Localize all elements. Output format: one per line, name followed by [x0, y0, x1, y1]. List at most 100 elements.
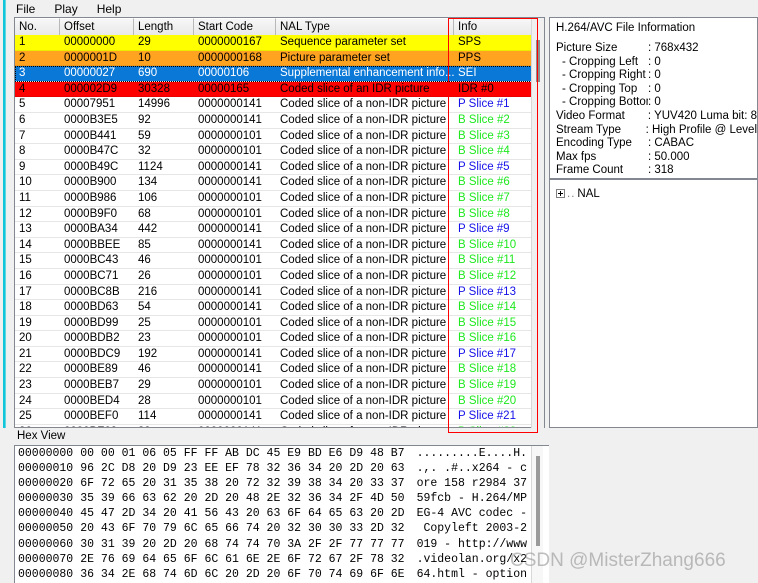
cell-nal-start-code: 0000000101 — [198, 332, 262, 345]
column-header-naltype[interactable]: NAL Type — [276, 18, 454, 35]
cell-nal-no: 18 — [19, 301, 32, 314]
cell-nal-offset: 0000B9F0 — [64, 207, 118, 220]
table-row[interactable]: 2 0000001D 10 0000000168 Picture parameter s… — [15, 50, 544, 67]
table-row[interactable]: 13 0000BA34 442 0000000141 Coded slice of a … — [15, 222, 544, 238]
cell-nal-no: 5 — [19, 98, 26, 111]
cell-nal-start-code: 0000000167 — [198, 36, 262, 48]
table-row[interactable]: 260000BF62390000000141Coded slice of a n… — [15, 424, 544, 427]
table-row[interactable]: 18 0000BD63 54 0000000141 Coded slice of a n… — [15, 300, 544, 316]
cell-nal-length: 216 — [138, 285, 158, 298]
menu-item-help[interactable]: Help — [95, 1, 131, 17]
table-row[interactable]: 15 0000BC43 46 0000000101 Coded slice of a n… — [15, 253, 544, 269]
cell-nal-no: 17 — [19, 285, 32, 298]
cell-nal-type: Coded slice of a non-IDR picture — [280, 347, 447, 360]
cell-nal-start-code: 0000000101 — [198, 129, 262, 142]
cell-nal-offset: 0000BC43 — [64, 254, 119, 267]
hex-ascii: .videolan.org/x2 — [416, 552, 527, 566]
nal-table-scrollbar-thumb[interactable] — [536, 40, 540, 82]
table-row[interactable]: 5 00007951 14996 0000000141 Coded slice of a… — [15, 97, 544, 113]
table-row[interactable]: 11 0000B986 106 0000000101 Coded slice of a … — [15, 190, 544, 207]
hex-line: 00000050 20 43 6F 70 79 6C 65 66 74 20 32… — [15, 521, 557, 536]
table-row[interactable]: 6 0000B3E5 92 0000000141 Coded slice of a no… — [15, 112, 544, 129]
table-row[interactable]: 24 0000BED4 28 0000000101 Coded slice of a n… — [15, 393, 544, 410]
tree-node-nal[interactable]: .. NAL — [556, 186, 757, 201]
cell-nal-no: 7 — [19, 129, 26, 142]
cell-nal-length: 134 — [138, 176, 158, 189]
table-row[interactable]: 23 0000BEB7 29 0000000101 Coded slice of a n… — [15, 378, 544, 394]
cell-nal-length: 28 — [138, 394, 151, 407]
table-row[interactable]: 21 0000BDC9 192 0000000141 Coded slice of a … — [15, 346, 544, 363]
cell-nal-type: Supplemental enhancement info... — [280, 67, 454, 80]
cell-nal-start-code: 0000000141 — [198, 285, 262, 298]
cell-nal-length: 1124 — [138, 160, 163, 173]
cell-nal-type: Coded slice of a non-IDR picture — [280, 223, 447, 236]
table-row[interactable]: 16 0000BC71 26 0000000101 Coded slice of a n… — [15, 268, 544, 285]
cell-nal-type: Sequence parameter set — [280, 36, 406, 48]
table-row[interactable]: 7 0000B441 59 0000000101 Coded slice of a no… — [15, 128, 544, 145]
nal-table-scrollbar[interactable] — [531, 18, 544, 428]
cell-nal-no: 8 — [19, 145, 26, 158]
cell-nal-offset: 00007951 — [64, 98, 116, 111]
cell-nal-length: 59 — [138, 129, 151, 142]
column-header-offset[interactable]: Offset — [60, 18, 134, 35]
cell-nal-start-code: 0000000141 — [198, 410, 262, 423]
plus-expander-icon[interactable] — [556, 189, 565, 198]
table-row[interactable]: 20 0000BDB2 23 0000000101 Coded slice of a n… — [15, 331, 544, 347]
file-info-key: - Cropping Left — [562, 55, 639, 68]
cell-nal-type: Coded slice of a non-IDR picture — [280, 301, 447, 314]
cell-nal-length: 29 — [138, 36, 151, 48]
hex-bytes: 96 2C D8 20 D9 23 EE EF 78 32 36 34 20 2… — [80, 462, 405, 476]
cell-nal-offset: 0000BD63 — [64, 301, 119, 314]
column-header-startcode[interactable]: Start Code — [194, 18, 276, 35]
table-row[interactable]: 17 0000BC8B 216 0000000141 Coded slice of a … — [15, 284, 544, 301]
nal-tree-panel[interactable]: .. NAL — [549, 179, 758, 428]
cell-nal-start-code: 0000000141 — [194, 425, 276, 427]
cell-nal-start-code: 00000165 — [198, 82, 250, 95]
cell-nal-offset: 0000BE89 — [64, 363, 118, 376]
table-row[interactable]: 14 0000BBEE 85 0000000141 Coded slice of a n… — [15, 237, 544, 254]
cell-nal-start-code: 0000000168 — [198, 51, 262, 64]
file-information-title: H.264/AVC File Information — [556, 22, 696, 34]
cell-nal-offset: 0000B986 — [64, 191, 117, 204]
table-row[interactable]: 8 0000B47C 32 0000000101 Coded slice of a no… — [15, 144, 544, 160]
hex-address: 00000000 — [18, 447, 74, 460]
cell-nal-start-code: 0000000141 — [198, 301, 262, 314]
table-row[interactable]: 25 0000BEF0 114 0000000141 Coded slice of a … — [15, 409, 544, 425]
file-info-key: - Cropping Top — [562, 82, 638, 95]
hex-view-scrollbar-thumb[interactable] — [536, 456, 540, 546]
cell-nal-length: 39 — [134, 425, 194, 427]
column-header-no[interactable]: No. — [15, 18, 60, 35]
table-row[interactable]: 4 000002D9 30328 00000165 Coded slice of an … — [15, 81, 544, 98]
table-row[interactable]: 9 0000B49C 1124 0000000141 Coded slice of a … — [15, 159, 544, 176]
cell-nal-length: 46 — [138, 363, 151, 376]
cell-nal-start-code: 0000000101 — [198, 145, 262, 158]
cell-nal-type: Coded slice of a non-IDR picture — [280, 379, 447, 392]
menu-item-play[interactable]: Play — [52, 1, 86, 17]
cell-nal-length: 690 — [138, 67, 158, 80]
cell-nal-start-code: 0000000101 — [198, 316, 262, 329]
hex-view-scrollbar[interactable] — [531, 446, 543, 583]
table-row[interactable]: 3 00000027 690 00000106 Supplemental enhance… — [15, 66, 544, 82]
file-info-value: : 318 — [648, 164, 674, 177]
h264-analyzer-window: File Play Help No. Offset Length Start Code NA… — [0, 0, 758, 583]
menu-item-file[interactable]: File — [14, 1, 44, 17]
cell-nal-type: Coded slice of a non-IDR picture — [280, 191, 447, 204]
table-row[interactable]: 19 0000BD99 25 0000000101 Coded slice of a n… — [15, 315, 544, 332]
table-row[interactable]: 22 0000BE89 46 0000000141 Coded slice of a n… — [15, 362, 544, 379]
hex-bytes: 45 47 2D 34 20 41 56 43 20 63 6F 64 65 6… — [80, 507, 405, 521]
cell-nal-type: Coded slice of an IDR picture — [280, 82, 430, 95]
table-row[interactable]: 12 0000B9F0 68 0000000101 Coded slice of a n… — [15, 206, 544, 223]
table-row[interactable]: 1 00000000 29 0000000167 Sequence parameter … — [15, 35, 544, 51]
file-info-key: - Cropping Right — [562, 69, 646, 82]
hex-view-panel[interactable]: 00000000 00 00 01 06 05 FF FF AB DC 45 E9… — [14, 445, 558, 583]
cell-nal-no: 11 — [19, 191, 31, 204]
cell-nal-length: 114 — [138, 410, 157, 423]
cell-nal-no: 6 — [19, 113, 26, 126]
table-row[interactable]: 10 0000B900 134 0000000141 Coded slice of a … — [15, 175, 544, 191]
cell-nal-type: Coded slice of a non-IDR picture — [280, 254, 447, 267]
hex-address: 00000080 — [18, 567, 74, 581]
file-info-value: : 0 — [648, 69, 661, 82]
column-header-length[interactable]: Length — [134, 18, 194, 35]
nal-table-body[interactable]: 1 00000000 29 0000000167 Sequence parameter … — [15, 35, 544, 427]
tree-node-label: NAL — [577, 187, 600, 200]
